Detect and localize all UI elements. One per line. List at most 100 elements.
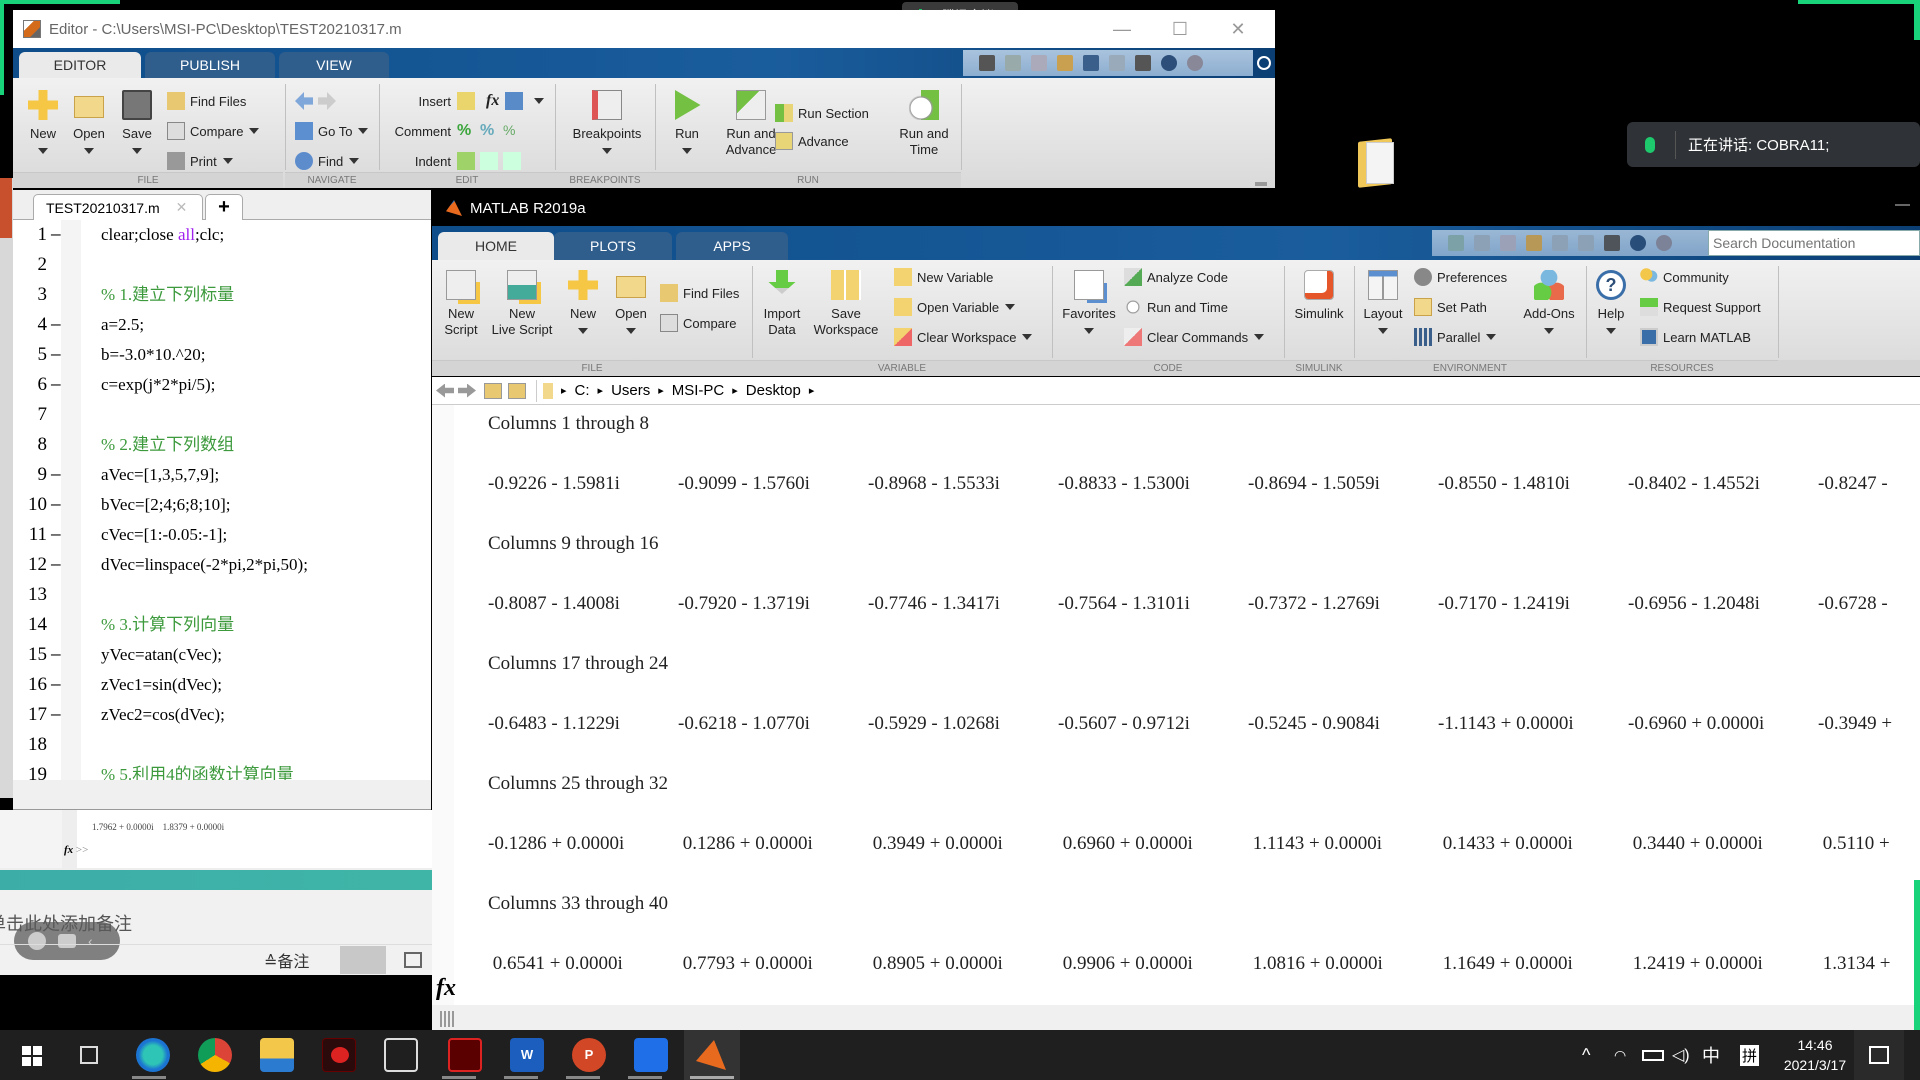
back-forward-buttons[interactable]	[295, 92, 341, 110]
community-button[interactable]: Community	[1640, 268, 1729, 286]
breadcrumb-item[interactable]: MSI-PC	[672, 382, 725, 399]
maximize-button[interactable]: ☐	[1151, 10, 1209, 48]
save-workspace-button[interactable]: Save Workspace	[810, 270, 882, 338]
help-button[interactable]: ? Help	[1588, 270, 1634, 338]
find-files-button[interactable]: Find Files	[167, 92, 246, 110]
collapse-ribbon-icon[interactable]	[1255, 182, 1267, 186]
tab-view[interactable]: VIEW	[279, 52, 389, 78]
breadcrumb-separator[interactable]: ▸	[561, 384, 567, 397]
comment-button[interactable]: Comment%%%	[377, 122, 526, 140]
copy-icon[interactable]	[1031, 55, 1047, 71]
import-data-button[interactable]: Import Data	[756, 270, 808, 338]
show-hidden-icons[interactable]: ^	[1582, 1030, 1590, 1080]
compare-button[interactable]: Compare	[167, 122, 260, 140]
volume-icon[interactable]: ◁)	[1672, 1030, 1690, 1080]
dropdown-icon[interactable]	[1187, 55, 1203, 71]
code-line[interactable]: 15— yVec=atan(cVec);	[13, 640, 431, 670]
code-line[interactable]: 14 % 3.计算下列向量	[13, 610, 431, 640]
save-button[interactable]: Save	[117, 90, 157, 158]
up-folder-icon[interactable]	[484, 382, 502, 399]
tencent-meeting-app[interactable]	[634, 1038, 668, 1072]
breadcrumb-item[interactable]: C:	[575, 382, 590, 399]
file-tab[interactable]: TEST20210317.m ✕	[33, 194, 203, 220]
code-line[interactable]: 18	[13, 730, 431, 760]
code-line[interactable]: 6— c=exp(j*2*pi/5);	[13, 370, 431, 400]
code-line[interactable]: 17— zVec2=cos(dVec);	[13, 700, 431, 730]
normal-view-button[interactable]	[340, 946, 386, 974]
compare-button[interactable]: Compare	[660, 314, 736, 332]
code-line[interactable]: 2	[13, 250, 431, 280]
code-line[interactable]: 4— a=2.5;	[13, 310, 431, 340]
learn-matlab-button[interactable]: Learn MATLAB	[1640, 328, 1751, 346]
redo-icon[interactable]	[1109, 55, 1125, 71]
open-button[interactable]: Open	[69, 90, 109, 158]
forward-icon[interactable]	[458, 383, 476, 398]
tab-home[interactable]: HOME	[438, 232, 554, 260]
file-explorer-app[interactable]	[260, 1038, 294, 1072]
code-line[interactable]: 16— zVec1=sin(dVec);	[13, 670, 431, 700]
breakpoint-marker[interactable]: —	[51, 520, 61, 550]
breadcrumb-item[interactable]: Users	[611, 382, 650, 399]
paste-icon[interactable]	[1526, 235, 1542, 251]
action-center-button[interactable]	[1854, 1030, 1904, 1080]
switch-windows-icon[interactable]	[1135, 55, 1151, 71]
ime-mode[interactable]: 拼	[1740, 1030, 1760, 1080]
code-line[interactable]: 13	[13, 580, 431, 610]
slide-sorter-button[interactable]	[404, 952, 422, 968]
breakpoint-marker[interactable]: —	[51, 550, 61, 580]
find-button[interactable]: Find	[295, 152, 360, 170]
preferences-button[interactable]: Preferences	[1414, 268, 1507, 286]
back-icon[interactable]	[436, 383, 454, 398]
copy-icon[interactable]	[1500, 235, 1516, 251]
status-grip-icon[interactable]	[440, 1011, 454, 1027]
breadcrumb-item[interactable]: Desktop	[746, 382, 801, 399]
matlab-app[interactable]	[684, 1030, 740, 1080]
breakpoint-marker[interactable]: —	[51, 220, 61, 250]
tab-publish[interactable]: PUBLISH	[145, 52, 275, 78]
clock[interactable]: 14:46 2021/3/17	[1776, 1030, 1854, 1080]
breakpoint-marker[interactable]: —	[51, 340, 61, 370]
new-button[interactable]: New	[560, 270, 606, 338]
dropdown-icon[interactable]	[1656, 235, 1672, 251]
emoji-icon[interactable]	[28, 932, 46, 950]
find-files-button[interactable]: Find Files	[660, 284, 739, 302]
new-button[interactable]: New	[23, 90, 63, 158]
open-button[interactable]: Open	[608, 270, 654, 338]
new-tab-button[interactable]: +	[205, 194, 243, 220]
insert-button[interactable]: Insert fx	[399, 92, 545, 110]
chat-icon[interactable]	[58, 934, 76, 948]
new-variable-button[interactable]: New Variable	[894, 268, 993, 286]
acrobat-app[interactable]	[448, 1038, 482, 1072]
code-line[interactable]: 10— bVec=[2;4;6;8;10];	[13, 490, 431, 520]
request-support-button[interactable]: Request Support	[1640, 298, 1761, 316]
desktop-folder-icon[interactable]	[1358, 136, 1398, 188]
save-icon[interactable]	[979, 55, 995, 71]
code-line[interactable]: 3 % 1.建立下列标量	[13, 280, 431, 310]
code-line[interactable]: 11— cVec=[1:-0.05:-1];	[13, 520, 431, 550]
code-line[interactable]: 1— clear;close all;clc;	[13, 220, 431, 250]
edge-app[interactable]	[136, 1038, 170, 1072]
insert-function-icon[interactable]: fx	[486, 92, 499, 110]
run-section-button[interactable]: Run Section	[775, 104, 869, 122]
start-button[interactable]	[14, 1038, 48, 1072]
breakpoints-button[interactable]: Breakpoints	[565, 90, 649, 158]
notes-button[interactable]: ≙备注	[264, 948, 309, 972]
breakpoint-marker[interactable]: —	[51, 370, 61, 400]
minimize-button[interactable]: —	[1093, 10, 1151, 48]
open-variable-button[interactable]: Open Variable	[894, 298, 1016, 316]
switch-windows-icon[interactable]	[1604, 235, 1620, 251]
breakpoint-marker[interactable]: —	[51, 490, 61, 520]
search-documentation-input[interactable]	[1708, 230, 1920, 256]
analyze-code-button[interactable]: Analyze Code	[1124, 268, 1228, 286]
tab-apps[interactable]: APPS	[676, 232, 788, 260]
go-to-button[interactable]: Go To	[295, 122, 369, 140]
set-path-button[interactable]: Set Path	[1414, 298, 1487, 316]
breadcrumb-separator[interactable]: ▸	[809, 384, 815, 397]
command-window[interactable]: Columns 1 through 8 -0.9226 - 1.5981i -0.9…	[432, 405, 1920, 1035]
simulink-button[interactable]: Simulink	[1286, 270, 1352, 322]
code-line[interactable]: 12— dVec=linspace(-2*pi,2*pi,50);	[13, 550, 431, 580]
breadcrumb-separator[interactable]: ▸	[658, 384, 664, 397]
wifi-icon[interactable]: ◠	[1614, 1030, 1626, 1080]
indent-button[interactable]: Indent	[399, 152, 526, 170]
parallel-button[interactable]: Parallel	[1414, 328, 1497, 346]
